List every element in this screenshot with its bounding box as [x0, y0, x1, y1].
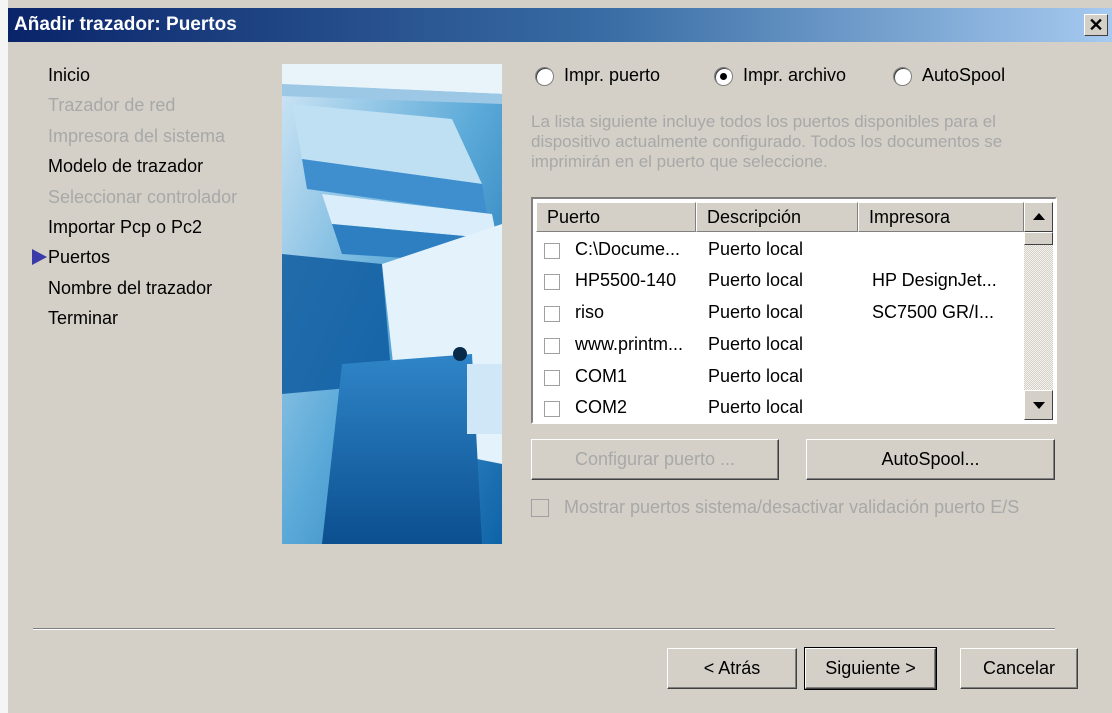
port-description: Puerto local	[708, 397, 804, 417]
arrow-up-icon	[1033, 213, 1045, 220]
port-checkbox[interactable]	[544, 274, 560, 290]
window-title: Añadir trazador: Puertos	[14, 14, 237, 35]
add-plotter-dialog: Añadir trazador: Puertos ✕ Inicio Trazad…	[0, 0, 1112, 713]
show-system-ports-label: Mostrar puertos sistema/desactivar valid…	[564, 497, 1020, 517]
port-row[interactable]: C:\Docume... Puerto local	[533, 235, 1023, 266]
arrow-down-icon	[1033, 402, 1045, 409]
step-impresora-del-sistema: Impresora del sistema	[48, 126, 226, 146]
show-system-ports-checkbox[interactable]	[531, 499, 549, 517]
port-name: COM2	[575, 397, 628, 417]
column-header-descripcion[interactable]: Descripción	[696, 202, 858, 232]
step-terminar: Terminar	[48, 308, 119, 328]
cancel-button[interactable]: Cancelar	[960, 648, 1078, 689]
radio-impr-archivo-label: Impr. archivo	[743, 65, 847, 85]
scroll-up-button[interactable]	[1024, 202, 1053, 232]
port-description: Puerto local	[708, 270, 804, 290]
radio-autospool-label: AutoSpool	[922, 65, 1006, 85]
current-step-arrow-icon	[32, 249, 47, 265]
footer-separator	[33, 628, 1055, 630]
step-modelo-de-trazador: Modelo de trazador	[48, 156, 204, 176]
step-puertos: Puertos	[48, 247, 111, 267]
window-edge	[0, 0, 8, 713]
ports-list-scrollbar[interactable]	[1024, 202, 1053, 420]
port-row[interactable]: HP5500-140 Puerto local HP DesignJet...	[533, 266, 1023, 297]
port-name: C:\Docume...	[575, 239, 681, 259]
title-bar: Añadir trazador: Puertos ✕	[8, 8, 1112, 42]
scroll-thumb[interactable]	[1024, 232, 1053, 245]
port-checkbox[interactable]	[544, 306, 560, 322]
radio-autospool-circle	[893, 67, 912, 86]
radio-impr-puerto-label: Impr. puerto	[564, 65, 661, 85]
port-printer: HP DesignJet...	[872, 270, 997, 290]
port-checkbox[interactable]	[544, 401, 560, 417]
close-button[interactable]: ✕	[1084, 14, 1108, 36]
port-description: Puerto local	[708, 334, 804, 354]
next-button[interactable]: Siguiente >	[804, 647, 937, 690]
step-trazador-de-red: Trazador de red	[48, 95, 176, 115]
port-checkbox[interactable]	[544, 370, 560, 386]
back-button[interactable]: < Atrás	[667, 648, 797, 689]
port-name: COM1	[575, 366, 628, 386]
step-importar-pcp: Importar Pcp o Pc2	[48, 217, 203, 237]
port-row[interactable]: www.printm... Puerto local	[533, 330, 1023, 361]
port-description: Puerto local	[708, 366, 804, 386]
port-checkbox[interactable]	[544, 338, 560, 354]
radio-impr-archivo-circle	[714, 67, 733, 86]
autospool-button[interactable]: AutoSpool...	[806, 439, 1055, 480]
column-header-impresora[interactable]: Impresora	[858, 202, 1024, 232]
port-checkbox[interactable]	[544, 243, 560, 259]
port-printer: SC7500 GR/I...	[872, 302, 995, 322]
configure-port-button[interactable]: Configurar puerto ...	[531, 439, 779, 480]
port-name: www.printm...	[575, 334, 684, 354]
port-row[interactable]: riso Puerto local SC7500 GR/I...	[533, 298, 1023, 329]
ports-description: La lista siguiente incluye todos los pue…	[531, 112, 1003, 171]
ports-list[interactable]: Puerto Descripción Impresora C:\Docume..…	[531, 197, 1057, 424]
port-description: Puerto local	[708, 302, 804, 322]
port-row[interactable]: COM1 Puerto local	[533, 362, 1023, 393]
step-seleccionar-controlador: Seleccionar controlador	[48, 187, 238, 207]
port-description: Puerto local	[708, 239, 804, 259]
close-icon: ✕	[1088, 15, 1104, 35]
port-name: riso	[575, 302, 605, 322]
step-nombre-del-trazador: Nombre del trazador	[48, 278, 213, 298]
step-inicio: Inicio	[48, 65, 91, 85]
plotter-illustration	[282, 64, 502, 544]
port-name: HP5500-140	[575, 270, 677, 290]
port-row[interactable]: COM2 Puerto local	[533, 393, 1023, 422]
radio-impr-puerto-circle	[535, 67, 554, 86]
column-header-puerto[interactable]: Puerto	[536, 202, 696, 232]
scroll-down-button[interactable]	[1024, 390, 1053, 420]
